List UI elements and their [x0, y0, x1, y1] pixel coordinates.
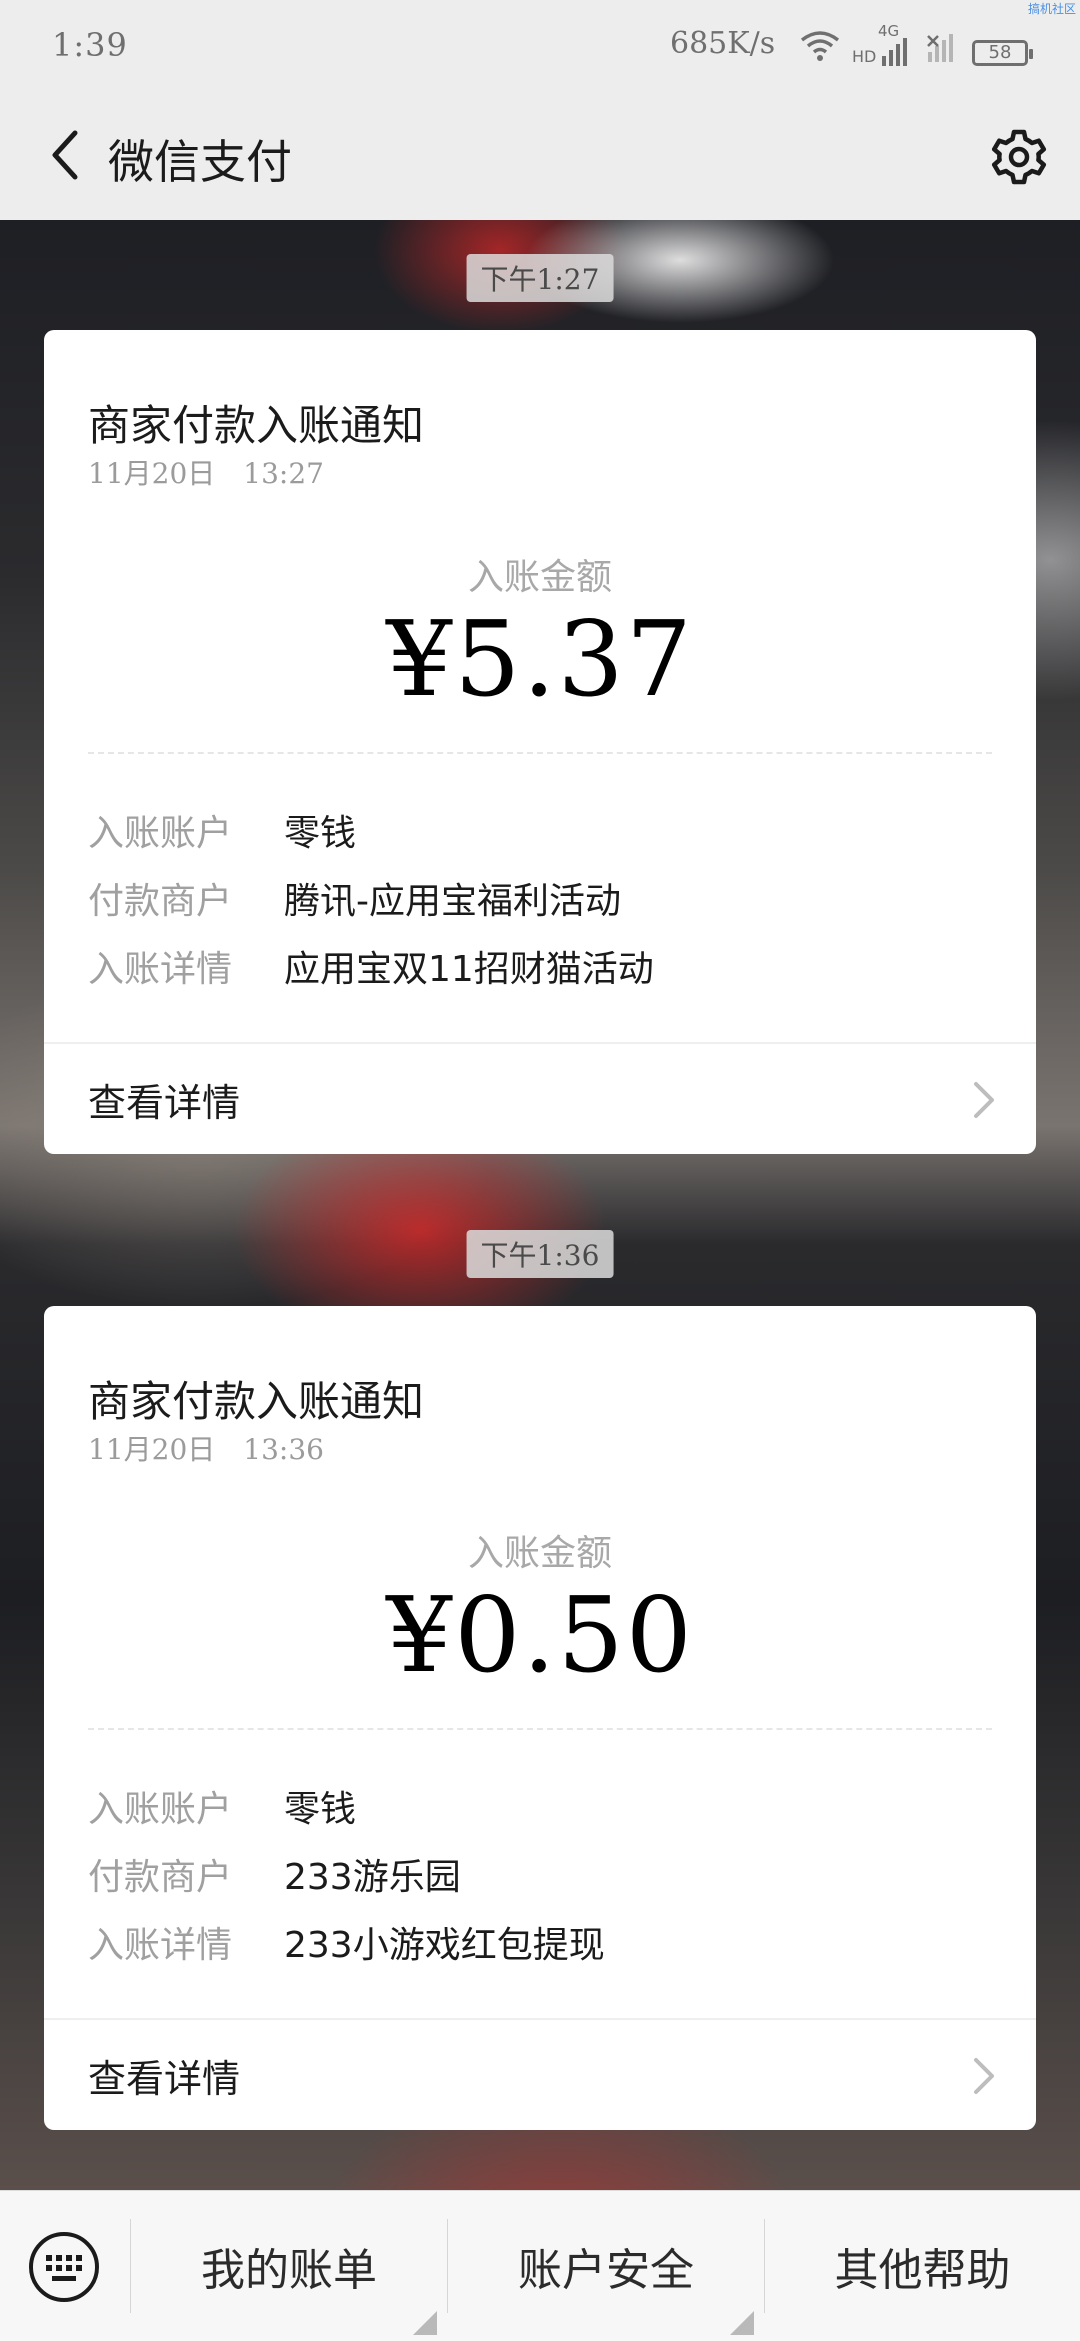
cell-signal-2-icon	[926, 32, 960, 66]
card-title: 商家付款入账通知	[88, 401, 425, 450]
message-timestamp: 下午1:27	[466, 254, 614, 302]
amount-label: 入账金额	[467, 557, 612, 598]
card-title: 商家付款入账通知	[88, 1377, 425, 1426]
watermark: 搞机社区	[1027, 2, 1076, 16]
payment-notification-card[interactable]: 商家付款入账通知 11月20日 13:36 入账金额 ¥0.50 入账账户 零钱…	[44, 1306, 1036, 2130]
detail-value: 233小游戏红包提现	[284, 1925, 605, 1966]
detail-row-details: 入账详情 233小游戏红包提现	[88, 1916, 605, 1968]
detail-value: 零钱	[284, 1789, 357, 1830]
payment-notification-card[interactable]: 商家付款入账通知 11月20日 13:27 入账金额 ¥5.37 入账账户 零钱…	[44, 330, 1036, 1154]
chevron-right-icon	[974, 2058, 994, 2094]
menu-account-security[interactable]: 账户安全	[448, 2191, 764, 2341]
submenu-indicator-icon	[730, 2311, 754, 2335]
detail-value: 零钱	[284, 813, 357, 854]
menu-my-bills[interactable]: 我的账单	[131, 2191, 447, 2341]
wifi-icon	[800, 30, 840, 66]
settings-button[interactable]	[986, 124, 1052, 190]
divider	[88, 1728, 992, 1730]
app-header: 微信支付	[0, 90, 1080, 220]
battery-icon: 58	[972, 40, 1033, 66]
menu-other-help[interactable]: 其他帮助	[765, 2191, 1080, 2341]
chat-area[interactable]: 下午1:27 商家付款入账通知 11月20日 13:27 入账金额 ¥5.37 …	[0, 220, 1080, 2190]
card-date: 11月20日 13:27	[88, 457, 324, 490]
detail-row-account: 入账账户 零钱	[88, 1780, 356, 1832]
chevron-left-icon	[52, 130, 78, 180]
amount-value: ¥5.37	[386, 598, 694, 720]
message-timestamp: 下午1:36	[466, 1230, 614, 1278]
detail-row-account: 入账账户 零钱	[88, 804, 356, 856]
amount-label: 入账金额	[467, 1533, 612, 1574]
page-title: 微信支付	[108, 135, 292, 189]
back-button[interactable]	[30, 120, 100, 190]
card-date: 11月20日 13:36	[88, 1433, 324, 1466]
view-details-link[interactable]: 查看详情	[44, 1044, 1036, 1154]
detail-key: 入账详情	[88, 949, 233, 990]
detail-key: 入账账户	[88, 813, 233, 854]
detail-key: 入账详情	[88, 1925, 233, 1966]
chevron-right-icon	[974, 1082, 994, 1118]
gear-icon	[991, 129, 1047, 185]
detail-row-merchant: 付款商户 腾讯-应用宝福利活动	[88, 872, 621, 924]
detail-value: 腾讯-应用宝福利活动	[284, 881, 621, 922]
status-time: 1:39	[52, 26, 128, 64]
status-icons: HD 4G 58	[800, 22, 1033, 66]
detail-value: 233游乐园	[284, 1857, 461, 1898]
bottom-menu-bar: 我的账单 账户安全 其他帮助	[0, 2190, 1080, 2341]
keyboard-icon	[29, 2232, 99, 2302]
detail-key: 付款商户	[88, 881, 233, 922]
divider	[88, 752, 992, 754]
menu-label: 其他帮助	[834, 2245, 1011, 2296]
status-bar: 1:39 685K/s 搞机社区 HD 4G 58	[0, 0, 1080, 90]
detail-value: 应用宝双11招财猫活动	[284, 949, 654, 990]
detail-key: 入账账户	[88, 1789, 233, 1830]
detail-row-details: 入账详情 应用宝双11招财猫活动	[88, 940, 654, 992]
detail-key: 付款商户	[88, 1857, 233, 1898]
cell-signal-icon: HD 4G	[852, 22, 914, 66]
menu-label: 账户安全	[518, 2245, 694, 2296]
hd-label: HD	[852, 47, 877, 66]
amount-value: ¥0.50	[386, 1574, 694, 1696]
view-details-label: 查看详情	[88, 1081, 241, 1125]
network-speed: 685K/s	[670, 26, 776, 61]
detail-row-merchant: 付款商户 233游乐园	[88, 1848, 461, 1900]
keyboard-toggle-button[interactable]	[28, 2231, 100, 2303]
view-details-link[interactable]: 查看详情	[44, 2020, 1036, 2130]
menu-label: 我的账单	[201, 2245, 377, 2296]
view-details-label: 查看详情	[88, 2057, 241, 2101]
submenu-indicator-icon	[413, 2311, 437, 2335]
